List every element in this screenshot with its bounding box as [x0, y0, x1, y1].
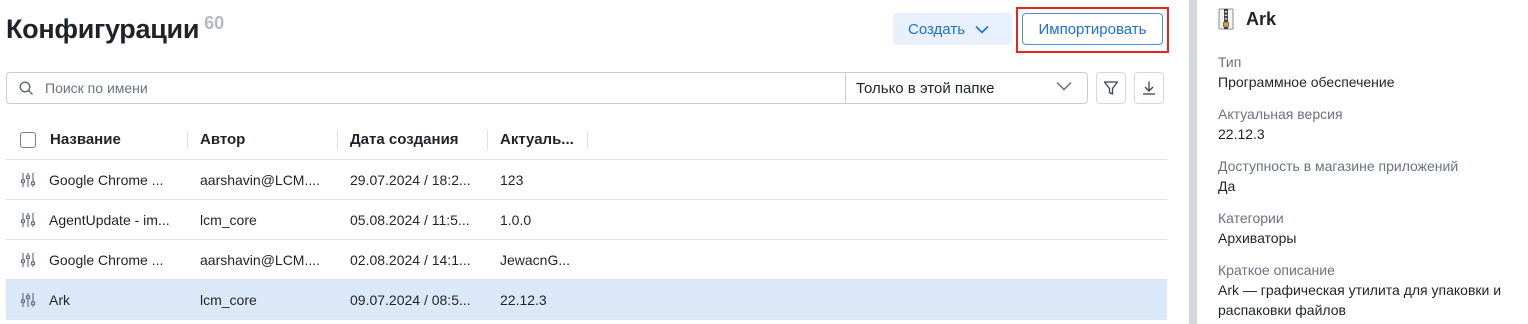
table-row[interactable]: Google Chrome ... aarshavin@LCM.... 02.0… — [6, 240, 1167, 280]
panel-resize-divider[interactable] — [1189, 0, 1197, 324]
page-title: Конфигурации — [6, 14, 200, 44]
column-header-date[interactable]: Дата создания — [338, 129, 488, 150]
chevron-down-icon — [975, 25, 989, 34]
field-label: Краткое описание — [1218, 262, 1335, 278]
configuration-icon — [20, 252, 36, 267]
row-date: 09.07.2024 / 08:5... — [350, 291, 471, 308]
field-label: Актуальная версия — [1218, 106, 1343, 122]
row-name: Google Chrome ... — [49, 251, 164, 268]
cell-name: AgentUpdate - im... — [6, 211, 188, 229]
field-value: 22.12.3 — [1218, 126, 1265, 142]
create-button[interactable]: Создать — [893, 13, 1012, 45]
details-panel: Ark Тип Программное обеспечение Актуальн… — [1218, 0, 1528, 324]
field-short-description: Краткое описание Ark — графическая утили… — [1218, 260, 1523, 320]
panel-header: Ark — [1218, 8, 1276, 30]
filter-icon — [1103, 81, 1119, 95]
select-all-checkbox[interactable] — [20, 131, 36, 148]
column-header-author[interactable]: Автор — [188, 129, 338, 150]
row-date: 02.08.2024 / 14:1... — [350, 251, 471, 268]
column-header-version[interactable]: Актуаль... — [488, 129, 588, 150]
row-name: Google Chrome ... — [49, 171, 164, 188]
field-label: Категории — [1218, 210, 1284, 226]
column-header-label: Актуаль... — [500, 131, 574, 148]
import-button[interactable]: Импортировать — [1022, 13, 1163, 45]
field-current-version: Актуальная версия 22.12.3 — [1218, 104, 1523, 144]
download-icon — [1143, 81, 1155, 95]
configuration-icon — [20, 172, 36, 187]
create-button-label: Создать — [908, 20, 966, 38]
scope-select-value: Только в этой папке — [856, 79, 995, 97]
row-date: 29.07.2024 / 18:2... — [350, 171, 471, 188]
chevron-down-icon — [1056, 82, 1072, 91]
configurations-table: Название Автор Дата создания Актуаль... … — [6, 120, 1167, 320]
import-button-label: Импортировать — [1038, 20, 1147, 38]
download-button[interactable] — [1134, 72, 1164, 104]
row-version: JewacnG... — [500, 251, 571, 268]
cell-name: Google Chrome ... — [6, 251, 188, 269]
field-value: Архиваторы — [1218, 230, 1297, 246]
field-value: Ark — графическая утилита для упаковки и… — [1218, 282, 1502, 318]
configuration-icon — [20, 292, 36, 307]
item-count-badge: 60 — [204, 13, 225, 33]
search-input[interactable] — [45, 80, 835, 96]
cell-name: Ark — [6, 291, 188, 309]
column-header-label: Название — [50, 131, 121, 148]
search-box: Только в этой папке — [6, 72, 1088, 104]
row-version: 1.0.0 — [500, 211, 532, 228]
row-version: 22.12.3 — [500, 291, 547, 308]
field-categories: Категории Архиваторы — [1218, 208, 1523, 248]
column-header-name[interactable]: Название — [6, 129, 188, 150]
column-header-label: Автор — [200, 131, 246, 148]
row-name: AgentUpdate - im... — [49, 211, 170, 228]
field-value: Программное обеспечение — [1218, 74, 1395, 90]
cell-name: Google Chrome ... — [6, 171, 188, 189]
table-row[interactable]: Google Chrome ... aarshavin@LCM.... 29.0… — [6, 160, 1167, 200]
table-header: Название Автор Дата создания Актуаль... — [6, 120, 1167, 160]
title-row: Конфигурации 60 — [6, 10, 224, 48]
row-version: 123 — [500, 171, 524, 188]
row-author: aarshavin@LCM.... — [200, 251, 321, 268]
row-date: 05.08.2024 / 11:5... — [350, 211, 470, 228]
archive-app-icon — [1218, 8, 1234, 30]
field-value: Да — [1218, 178, 1236, 194]
scope-select[interactable]: Только в этой папке — [845, 73, 1088, 103]
panel-title: Ark — [1246, 8, 1277, 29]
field-label: Тип — [1218, 54, 1242, 70]
row-author: lcm_core — [200, 211, 257, 228]
row-name: Ark — [49, 291, 70, 308]
table-row-selected[interactable]: Ark lcm_core 09.07.2024 / 08:5... 22.12.… — [6, 280, 1167, 320]
table-row[interactable]: AgentUpdate - im... lcm_core 05.08.2024 … — [6, 200, 1167, 240]
main-area: Конфигурации 60 Создать Импортировать То… — [0, 0, 1178, 324]
row-author: lcm_core — [200, 291, 257, 308]
field-type: Тип Программное обеспечение — [1218, 52, 1523, 92]
row-author: aarshavin@LCM.... — [200, 171, 321, 188]
field-label: Доступность в магазине приложений — [1218, 158, 1459, 174]
search-icon — [7, 73, 45, 103]
column-header-label: Дата создания — [350, 131, 459, 148]
filter-button[interactable] — [1096, 72, 1126, 104]
field-store-availability: Доступность в магазине приложений Да — [1218, 156, 1523, 196]
configuration-icon — [20, 212, 36, 227]
